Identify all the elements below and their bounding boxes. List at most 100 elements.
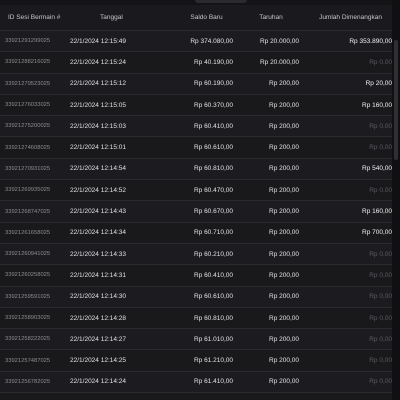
cell-balance: Rp 60.410,00 [193, 271, 233, 279]
table-row[interactable]: 33921275200025 22/1/2024 12:15:03 Rp 60.41… [0, 116, 392, 138]
panel-handle[interactable] [195, 0, 247, 3]
cell-session-id: 33921275200025 [5, 123, 51, 130]
cell-bet: Rp 200,00 [269, 101, 299, 109]
cell-date: 22/1/2024 12:15:24 [70, 58, 127, 66]
cell-balance: Rp 60.710,00 [193, 229, 233, 237]
cell-balance: Rp 60.370,00 [193, 101, 233, 109]
cell-session-id: 33921260941025 [5, 251, 51, 258]
scrollbar-thumb[interactable] [394, 40, 398, 160]
table-row[interactable]: 3392125612102522/1/2024 12:14:22Rp 61.61… [0, 393, 392, 400]
scrollbar[interactable] [392, 0, 400, 400]
table-row[interactable]: 33921257487025 22/1/2024 12:14:25 Rp 61.21… [0, 350, 392, 372]
cell-bet: Rp 200,00 [269, 186, 299, 194]
table-row[interactable]: 33921279523025 22/1/2024 12:15:12 Rp 60.19… [0, 73, 392, 95]
cell-session-id: 33921257487025 [5, 357, 51, 364]
cell-session-id: 33921288216025 [5, 59, 51, 66]
cell-balance: Rp 374.080,00 [190, 37, 233, 45]
cell-bet: Rp 200,00 [269, 293, 299, 301]
cell-session-id: 33921256782025 [5, 378, 51, 385]
cell-bet: Rp 20.000,00 [259, 37, 299, 45]
cell-bet: Rp 200,00 [269, 208, 299, 216]
cell-bet: Rp 200,00 [269, 357, 299, 365]
cell-date: 22/1/2024 12:14:54 [70, 165, 127, 173]
cell-session-id: 33921261658025 [5, 229, 51, 236]
cell-date: 22/1/2024 12:15:05 [70, 101, 127, 109]
table-row[interactable]: 33921258903025 22/1/2024 12:14:28 Rp 60.81… [0, 307, 392, 330]
cell-date: 22/1/2024 12:15:01 [70, 144, 127, 152]
table-row[interactable]: 33921288216025 22/1/2024 12:15:24 Rp 40.19… [0, 52, 392, 74]
cell-date: 22/1/2024 12:14:34 [70, 229, 127, 237]
cell-balance: Rp 61.410,00 [193, 378, 233, 386]
cell-date: 22/1/2024 12:14:31 [70, 271, 127, 279]
table-row[interactable]: 33921260941025 22/1/2024 12:14:33 Rp 60.21… [0, 243, 392, 266]
cell-win: Rp 0,00 [369, 357, 392, 365]
cell-session-id: 33921274608025 [5, 144, 51, 151]
header-session-id[interactable]: ID Sesi Bermain # [0, 14, 70, 21]
cell-balance: Rp 60.470,00 [193, 186, 233, 194]
cell-win: Rp 20,00 [365, 80, 392, 88]
cell-session-id: 33921276033025 [5, 102, 51, 109]
cell-bet: Rp 200,00 [269, 250, 299, 258]
cell-win: Rp 0,00 [369, 271, 392, 279]
header-date[interactable]: Tanggal [70, 14, 160, 21]
header-win[interactable]: Jumlah Dimenangkan [299, 14, 392, 21]
cell-session-id: 33921270931025 [5, 165, 51, 172]
cell-win: Rp 353.890,00 [349, 37, 392, 45]
cell-bet: Rp 200,00 [269, 80, 299, 88]
cell-win: Rp 0,00 [369, 250, 392, 258]
table-row[interactable]: 33921256782025 22/1/2024 12:14:24 Rp 61.41… [0, 371, 392, 394]
cell-bet: Rp 200,00 [269, 122, 299, 130]
cell-bet: Rp 200,00 [269, 165, 299, 173]
cell-win: Rp 0,00 [369, 378, 392, 386]
cell-win: Rp 700,00 [362, 229, 392, 237]
table-row[interactable]: 33921268747025 22/1/2024 12:14:43 Rp 60.67… [0, 201, 392, 223]
cell-date: 22/1/2024 12:14:52 [70, 186, 127, 194]
cell-balance: Rp 60.410,00 [193, 122, 233, 130]
cell-session-id: 33921268747025 [5, 208, 51, 215]
table-row[interactable]: 33921270931025 22/1/2024 12:14:54 Rp 60.81… [0, 158, 392, 181]
cell-win: Rp 0,00 [369, 186, 392, 194]
table-row[interactable]: 33921259591025 22/1/2024 12:14:30 Rp 60.61… [0, 286, 392, 308]
header-bet[interactable]: Taruhan [233, 14, 299, 21]
cell-bet: Rp 200,00 [269, 229, 299, 237]
cell-balance: Rp 40.190,00 [193, 58, 233, 66]
cell-win: Rp 160,00 [362, 208, 392, 216]
cell-session-id: 33921259591025 [5, 293, 51, 300]
cell-date: 22/1/2024 12:14:27 [70, 335, 127, 343]
cell-date: 22/1/2024 12:15:12 [70, 80, 127, 88]
table-row[interactable]: 33921276033025 22/1/2024 12:15:05 Rp 60.37… [0, 94, 392, 117]
history-panel: ID Sesi Bermain # Tanggal Saldo Baru Tar… [0, 0, 400, 400]
cell-session-id: 33921269935025 [5, 187, 51, 194]
cell-date: 22/1/2024 12:15:03 [70, 122, 127, 130]
cell-session-id: 33921260258025 [5, 272, 51, 279]
history-table: ID Sesi Bermain # Tanggal Saldo Baru Tar… [0, 5, 392, 400]
table-row[interactable]: 33921258222025 22/1/2024 12:14:27 Rp 61.01… [0, 329, 392, 351]
cell-balance: Rp 60.190,00 [193, 80, 233, 88]
cell-win: Rp 540,00 [362, 165, 392, 173]
cell-date: 22/1/2024 12:14:24 [70, 378, 127, 386]
table-row[interactable]: 33921260258025 22/1/2024 12:14:31 Rp 60.41… [0, 265, 392, 287]
cell-balance: Rp 60.810,00 [193, 314, 233, 322]
table-row[interactable]: 33921291299025 22/1/2024 12:15:49 Rp 374.0… [0, 31, 392, 53]
cell-session-id: 33921258222025 [5, 336, 51, 343]
cell-date: 22/1/2024 12:14:33 [70, 250, 127, 258]
cell-bet: Rp 200,00 [269, 378, 299, 386]
cell-session-id: 33921258903025 [5, 315, 51, 321]
table-row[interactable]: 33921269935025 22/1/2024 12:14:52 Rp 60.47… [0, 180, 392, 202]
cell-date: 22/1/2024 12:14:25 [70, 357, 127, 365]
cell-win: Rp 160,00 [362, 101, 392, 109]
cell-balance: Rp 60.610,00 [193, 293, 233, 301]
cell-balance: Rp 61.010,00 [193, 335, 233, 343]
cell-win: Rp 0,00 [369, 58, 392, 66]
cell-date: 22/1/2024 12:14:28 [70, 314, 127, 322]
cell-balance: Rp 60.610,00 [193, 144, 233, 152]
header-balance[interactable]: Saldo Baru [160, 14, 233, 21]
table-row[interactable]: 33921261658025 22/1/2024 12:14:34 Rp 60.71… [0, 222, 392, 244]
cell-win: Rp 0,00 [369, 314, 392, 322]
table-header: ID Sesi Bermain # Tanggal Saldo Baru Tar… [0, 5, 392, 31]
cell-win: Rp 0,00 [369, 122, 392, 130]
cell-bet: Rp 20.000,00 [259, 58, 299, 66]
cell-session-id: 33921279523025 [5, 80, 51, 87]
table-row[interactable]: 33921274608025 22/1/2024 12:15:01 Rp 60.61… [0, 137, 392, 159]
cell-balance: Rp 61.210,00 [193, 357, 233, 365]
